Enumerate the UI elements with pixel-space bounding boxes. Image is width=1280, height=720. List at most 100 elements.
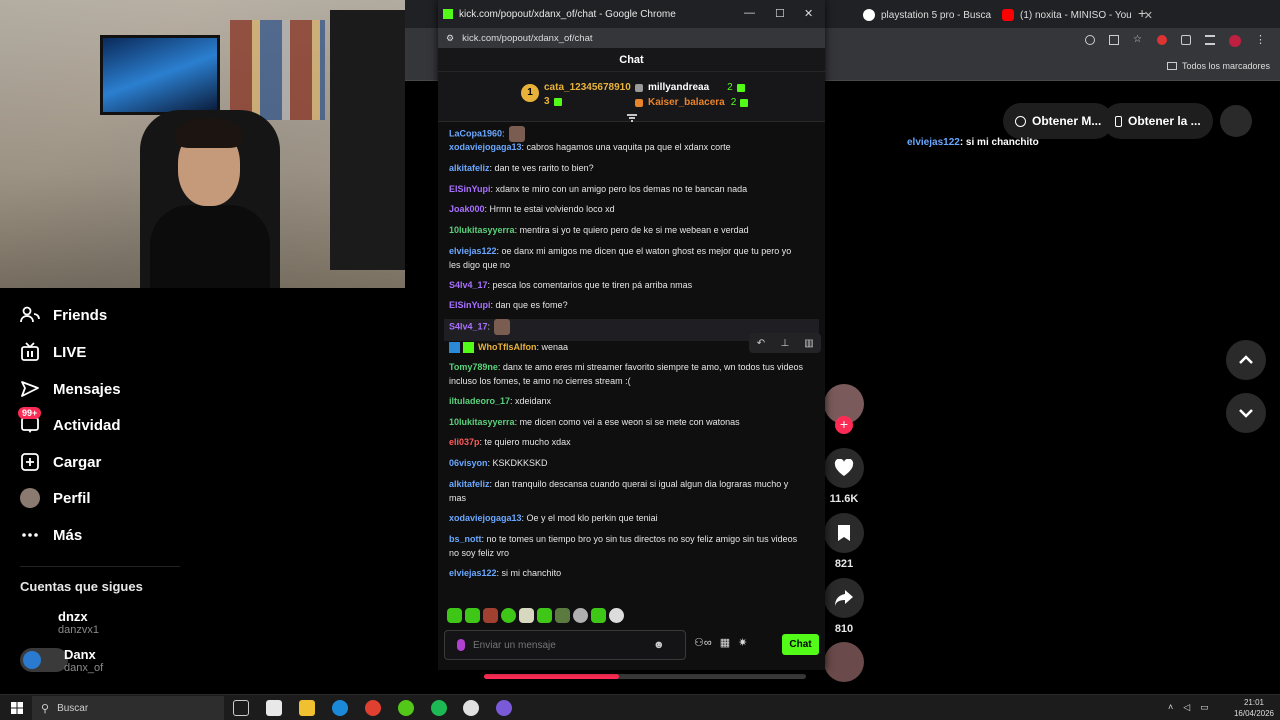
sidebar-item-profile[interactable]: Perfil [20,485,91,511]
next-video-button[interactable] [1226,393,1266,433]
pin-icon[interactable]: ⊥ [773,333,797,353]
maximize-icon[interactable]: ☐ [775,7,785,20]
chat-username[interactable]: 06visyon [449,458,488,468]
chat-username[interactable]: 10lukitasyyerra [449,225,515,235]
reply-icon[interactable]: ↶ [749,333,773,353]
tab-youtube[interactable]: (1) noxita - MINISO - You ✕ [1002,4,1153,26]
chat-message[interactable]: iltuladeoro_17: xdeidanx [449,394,804,408]
store-app-icon[interactable] [266,700,282,716]
creator-avatar[interactable]: + [824,384,864,434]
site-info-icon[interactable]: ⚙ [446,33,454,44]
emote-icon[interactable] [519,608,534,623]
chat-username[interactable]: xodaviejogaga13 [449,142,522,152]
chat-message[interactable]: Tomy789ne: danx te amo eres mi streamer … [449,360,804,388]
chat-message[interactable]: 10lukitasyyerra: mentira si yo te quiero… [449,223,804,237]
chat-username[interactable]: S4lv4_17 [449,321,488,331]
speaker-icon[interactable]: ◁ [1183,702,1190,713]
chat-message[interactable]: elviejas122: si mi chanchito [449,566,804,580]
emote-icon[interactable] [573,608,588,623]
gear-icon[interactable]: ✷ [738,636,747,649]
chat-message[interactable]: Joak000: Hrmn te estai volviendo loco xd [449,202,804,216]
chat-message[interactable]: bs_nott: no te tomes un tiempo bro yo si… [449,532,804,560]
sidebar-item-messages[interactable]: Mensajes [20,376,121,402]
chat-username[interactable]: alkitafeliz [449,479,490,489]
collapse-icon[interactable] [626,114,638,122]
taskbar-search[interactable]: ⚲ Buscar [32,696,224,720]
menu-icon[interactable]: ⋮ [1255,35,1266,47]
save-button[interactable]: 821 [824,513,864,570]
extensions-icon[interactable] [1181,35,1191,45]
chrome-icon[interactable] [365,700,381,716]
chat-message[interactable]: ElSinYupi: dan que es fome? [449,298,804,312]
chat-message[interactable]: 06visyon: KSKDKKSKD [449,456,804,470]
users-icon[interactable]: ⚇∞ [694,636,712,649]
sidebar-item-friends[interactable]: Friends [20,302,107,328]
all-bookmarks[interactable]: Todos los marcadores [1166,61,1270,71]
obs-icon[interactable] [463,700,479,716]
new-tab-icon[interactable]: + [1138,5,1146,21]
chat-username[interactable]: S4lv4_17 [449,280,488,290]
chat-username[interactable]: ElSinYupi [449,300,491,310]
chat-username[interactable]: elviejas122 [449,568,497,578]
emote-icon[interactable] [555,608,570,623]
zoom-icon[interactable] [1085,35,1095,45]
emote-icon[interactable] [591,608,606,623]
chat-username[interactable]: eli037p [449,437,480,447]
following-item[interactable]: Danx danx_of [64,647,103,674]
record-icon[interactable] [1157,35,1167,45]
chat-message[interactable]: 10lukitasyyerra: me dicen como vei a ese… [449,415,804,429]
leader-3[interactable]: Kaiser_balacera 2 [635,97,749,108]
emote-icon[interactable] [465,608,480,623]
emote-icon[interactable] [447,608,462,623]
sidebar-item-live[interactable]: LIVE [20,339,86,365]
chat-message[interactable]: alkitafeliz: dan te ves raritо to bien? [449,161,804,175]
sidebar-item-upload[interactable]: Cargar [20,449,101,475]
emote-icon[interactable] [537,608,552,623]
media-icon[interactable] [1205,35,1215,45]
tab-playstation[interactable]: playstation 5 pro - Busca✕ [863,4,1012,26]
emote-icon[interactable] [483,608,498,623]
spotify-icon[interactable] [431,700,447,716]
edge-icon[interactable] [332,700,348,716]
like-button[interactable]: 11.6K [824,448,864,505]
follow-plus-icon[interactable]: + [835,416,853,434]
chat-username[interactable]: Tomy789ne [449,362,498,372]
emoji-icon[interactable]: ☻ [653,639,665,651]
chat-message[interactable]: alkitafeliz: dan tranquilo descansa cuan… [449,477,804,505]
chat-username[interactable]: Joak000 [449,204,485,214]
clock[interactable]: 21:01 16/04/2026 [1234,697,1274,719]
chevron-up-icon[interactable]: ˄ [1168,702,1173,713]
chat-message[interactable]: S4lv4_17: pesca los comentarios que te t… [449,278,804,292]
leader-2[interactable]: millyandreaa 2 [635,82,745,93]
chat-message[interactable]: eli037p: te quiero mucho xdax [449,435,804,449]
chat-message[interactable]: xodaviejogaga13: Oe y el mod klo perkin … [449,511,804,525]
chat-username[interactable]: alkitafeliz [449,163,490,173]
emote-icon[interactable] [609,608,624,623]
popout-urlbar[interactable]: ⚙ kick.com/popout/xdanx_of/chat [438,28,825,48]
chat-app-icon[interactable] [398,700,414,716]
leader-1[interactable]: cata_12345678910 [544,82,631,93]
previous-video-button[interactable] [1226,340,1266,380]
network-icon[interactable]: ▭ [1200,702,1209,713]
chat-username[interactable]: 10lukitasyyerra [449,417,515,427]
video-progress-bar[interactable] [484,674,806,679]
emote-icon[interactable] [501,608,516,623]
chat-username[interactable]: WhoTflsAlfon [478,342,536,352]
file-explorer-icon[interactable] [299,700,315,716]
sidebar-item-activity[interactable]: 99+ Actividad [18,407,121,438]
profile-avatar[interactable] [1229,35,1241,47]
task-view-icon[interactable] [233,700,249,716]
chat-username[interactable]: iltuladeoro_17 [449,396,510,406]
store-icon[interactable]: ▦ [720,636,730,649]
app-icon[interactable] [496,700,512,716]
close-icon[interactable]: ✕ [804,7,813,20]
following-item[interactable]: dnzx danzvx1 [58,609,99,636]
chat-message[interactable]: xodaviejogaga13: cabros hagamos una vaqu… [449,140,804,154]
share-button[interactable]: 810 [824,578,864,635]
chat-username[interactable]: LaCopa1960 [449,128,502,138]
install-icon[interactable] [1109,35,1119,45]
chat-input-box[interactable]: ☻ [444,630,686,660]
chat-message[interactable]: elviejas122: oe danx mi amigos me dicen … [449,244,804,272]
chat-username[interactable]: xodaviejogaga13 [449,513,522,523]
chat-input[interactable] [473,639,653,651]
